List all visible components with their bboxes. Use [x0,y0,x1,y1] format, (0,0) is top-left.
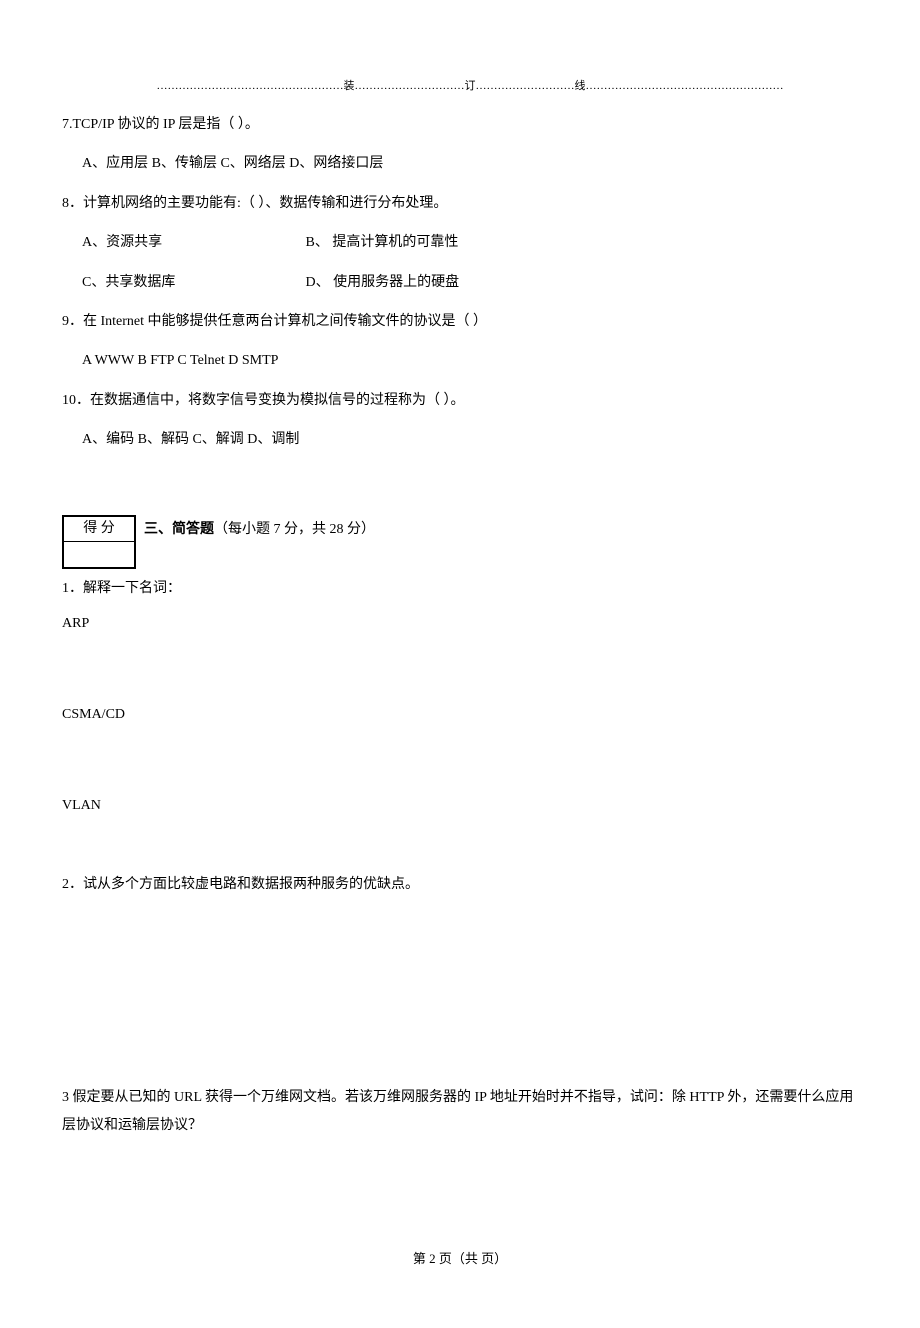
question-9-options: A WWW B FTP C Telnet D SMTP [62,346,858,375]
page-content: 7.TCP/IP 协议的 IP 层是指（ ）。 A、应用层 B、传输层 C、网络… [62,110,858,1140]
score-box: 得 分 [62,515,136,569]
question-8-opt-c: C、共享数据库 [82,268,302,297]
score-value[interactable] [63,542,135,568]
binding-line: ……………………………………………装…………………………订………………………线…… [62,78,878,95]
binding-dots-left: …………………………………………… [157,80,344,92]
short-q3-text: 3 假定要从已知的 URL 获得一个万维网文档。若该万维网服务器的 IP 地址开… [62,1090,853,1133]
term-vlan: VLAN [62,795,858,816]
binding-dots-right: ……………………………………………… [586,80,784,92]
score-label: 得 分 [63,516,135,542]
question-8-opt-b: B、 提高计算机的可靠性 [306,235,459,250]
page-number: 第 2 页（共 页） [413,1251,507,1266]
short-q1: 1．解释一下名词： [62,575,858,603]
term-csmacd: CSMA/CD [62,704,858,725]
question-7: 7.TCP/IP 协议的 IP 层是指（ ）。 [62,110,858,139]
section-3-title-bold: 三、简答题 [144,522,214,537]
question-9: 9．在 Internet 中能够提供任意两台计算机之间传输文件的协议是（ ） [62,307,858,336]
short-q1-text: 1．解释一下名词： [62,581,181,596]
question-8-opt-a: A、资源共享 [82,228,302,257]
question-10-options: A、编码 B、解码 C、解调 D、调制 [62,425,858,454]
question-7-text: 7.TCP/IP 协议的 IP 层是指（ ）。 [62,117,259,132]
short-q2-text: 2．试从多个方面比较虚电路和数据报两种服务的优缺点。 [62,877,419,892]
short-q3: 3 假定要从已知的 URL 获得一个万维网文档。若该万维网服务器的 IP 地址开… [62,1084,858,1140]
binding-dots-mid1: ………………………… [355,80,465,92]
section-3-header: 得 分 三、简答题（每小题 7 分，共 28 分） [62,515,858,569]
question-10-opts: A、编码 B、解码 C、解调 D、调制 [82,432,299,447]
binding-xian: 线 [575,80,586,92]
short-q2: 2．试从多个方面比较虚电路和数据报两种服务的优缺点。 [62,871,858,899]
binding-ding: 订 [465,80,476,92]
question-7-opts: A、应用层 B、传输层 C、网络层 D、网络接口层 [82,156,383,171]
question-8-row2: C、共享数据库 D、 使用服务器上的硬盘 [62,268,858,297]
question-10: 10．在数据通信中，将数字信号变换为模拟信号的过程称为（ ）。 [62,386,858,415]
question-9-opts: A WWW B FTP C Telnet D SMTP [82,353,278,368]
section-3-title-rest: （每小题 7 分，共 28 分） [214,522,375,537]
page-footer: 第 2 页（共 页） [0,1249,920,1269]
question-8-opt-d: D、 使用服务器上的硬盘 [306,275,460,290]
question-7-options: A、应用层 B、传输层 C、网络层 D、网络接口层 [62,149,858,178]
question-8: 8．计算机网络的主要功能有:（ ）、数据传输和进行分布处理。 [62,189,858,218]
question-8-row1: A、资源共享 B、 提高计算机的可靠性 [62,228,858,257]
question-8-text: 8．计算机网络的主要功能有:（ ）、数据传输和进行分布处理。 [62,196,447,211]
term-arp: ARP [62,613,858,634]
section-3-title: 三、简答题（每小题 7 分，共 28 分） [144,515,375,540]
binding-dots-mid2: ……………………… [476,80,575,92]
binding-zhuang: 装 [344,80,355,92]
question-10-text: 10．在数据通信中，将数字信号变换为模拟信号的过程称为（ ）。 [62,393,465,408]
question-9-text: 9．在 Internet 中能够提供任意两台计算机之间传输文件的协议是（ ） [62,314,487,329]
